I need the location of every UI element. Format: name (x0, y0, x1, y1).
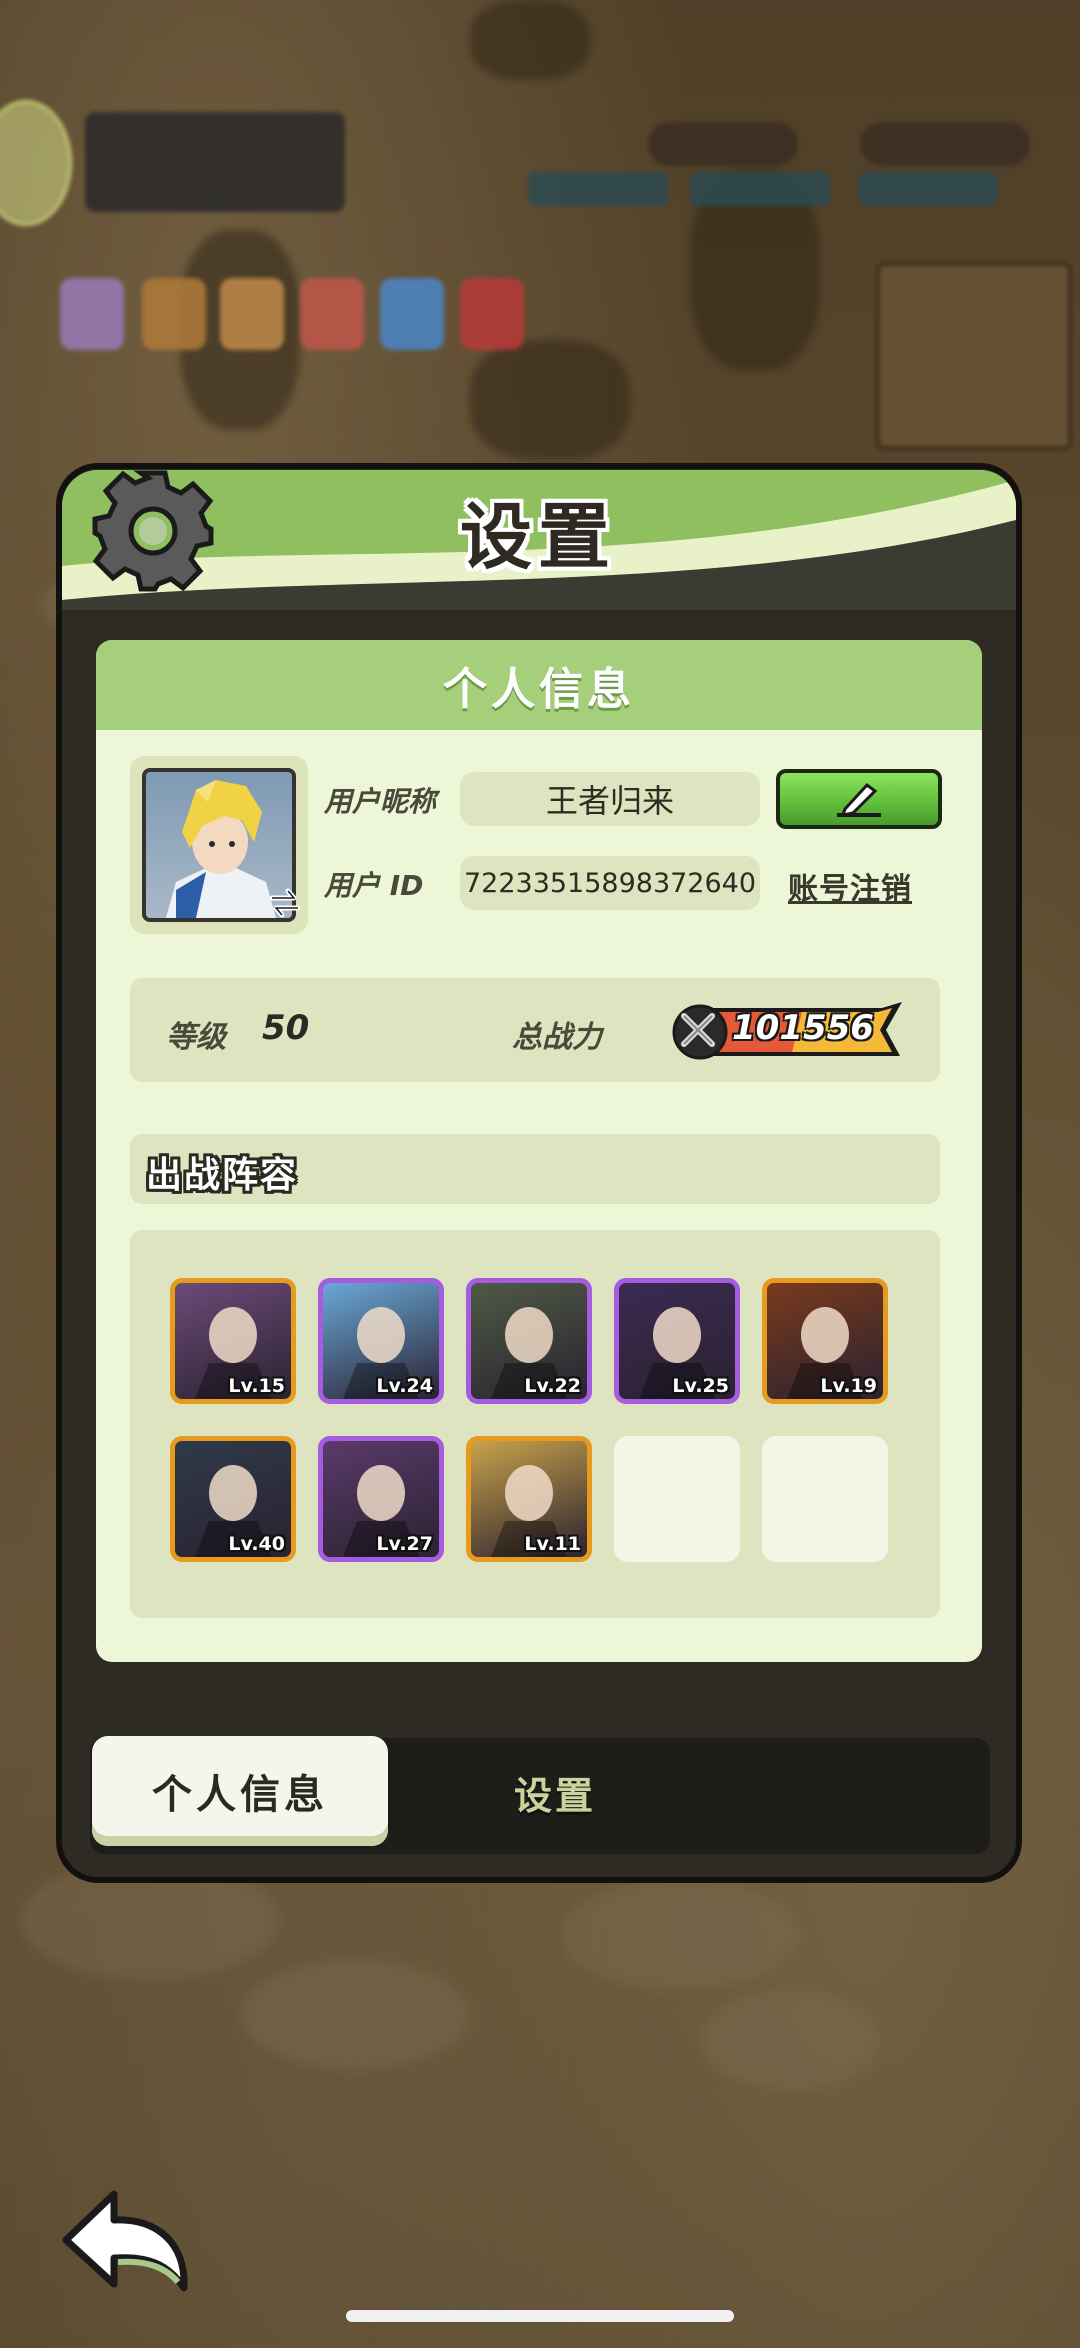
swap-icon[interactable] (268, 886, 302, 920)
team-header: 出战阵容 (130, 1134, 940, 1204)
hud-menu-icon (220, 278, 284, 350)
gear-icon (92, 470, 214, 592)
hud-minimap (876, 262, 1072, 450)
hero-level: Lv.19 (820, 1375, 877, 1397)
hero-level: Lv.15 (228, 1375, 285, 1397)
hero-slot[interactable]: Lv.27 (318, 1436, 444, 1562)
profile-card: 个人信息 用户昵称 王者归来 用户 ID 72233515898372640 账… (96, 640, 982, 1662)
hero-slot[interactable]: Lv.11 (466, 1436, 592, 1562)
section-title: 个人信息 (443, 664, 635, 715)
hero-level: Lv.24 (376, 1375, 433, 1397)
hero-slot[interactable]: Lv.22 (466, 1278, 592, 1404)
hero-slot[interactable]: Lv.24 (318, 1278, 444, 1404)
power-label: 总战力 (512, 1020, 602, 1055)
user-id-label: 用户 ID (324, 869, 424, 902)
account-delete-link[interactable]: 账号注销 (788, 864, 912, 908)
hud-menu-icon (300, 278, 364, 350)
section-header: 个人信息 (96, 640, 982, 730)
hero-level: Lv.27 (376, 1533, 433, 1555)
power-value: 101556 (732, 1008, 874, 1048)
edit-pencil-icon (837, 782, 881, 817)
hud-menu-icon (142, 278, 206, 350)
power-badge: 101556 (672, 1000, 904, 1060)
empty-hero-slot[interactable] (614, 1436, 740, 1562)
edit-nickname-button[interactable] (776, 769, 942, 829)
hud-menu-icon (60, 278, 124, 350)
hud-player-bar (85, 112, 345, 212)
hero-level: Lv.11 (524, 1533, 581, 1555)
hero-slot[interactable]: Lv.19 (762, 1278, 888, 1404)
hud-buff (690, 172, 830, 206)
tab-profile-label: 个人信息 (152, 1772, 328, 1818)
hero-slot[interactable]: Lv.15 (170, 1278, 296, 1404)
nickname-label: 用户昵称 (324, 785, 437, 818)
hero-level: Lv.25 (672, 1375, 729, 1397)
page-title: 设置 (460, 495, 617, 579)
level-label: 等级 (166, 1020, 226, 1055)
team-title: 出战阵容 (146, 1155, 299, 1196)
hud-menu-icon (380, 278, 444, 350)
tab-settings-label: 设置 (513, 1773, 596, 1818)
tab-settings[interactable]: 设置 (440, 1752, 670, 1832)
hero-slot[interactable]: Lv.40 (170, 1436, 296, 1562)
user-id-field: 72233515898372640 (460, 856, 760, 910)
back-arrow-icon[interactable] (58, 2184, 194, 2294)
hero-slot[interactable]: Lv.25 (614, 1278, 740, 1404)
sword-power-icon (681, 1013, 715, 1047)
level-value: 50 (262, 1008, 310, 1048)
hud-buff (858, 172, 998, 206)
tab-profile[interactable]: 个人信息 (92, 1736, 388, 1846)
hud-buff (528, 172, 668, 206)
empty-hero-slot[interactable] (762, 1436, 888, 1562)
hud-menu-icon (460, 278, 524, 350)
hud-gold-counter (860, 122, 1030, 166)
hero-level: Lv.40 (228, 1533, 285, 1555)
hero-level: Lv.22 (524, 1375, 581, 1397)
home-indicator[interactable] (346, 2310, 734, 2322)
hud-gem-counter (648, 122, 798, 166)
nickname-field: 王者归来 (460, 772, 760, 826)
